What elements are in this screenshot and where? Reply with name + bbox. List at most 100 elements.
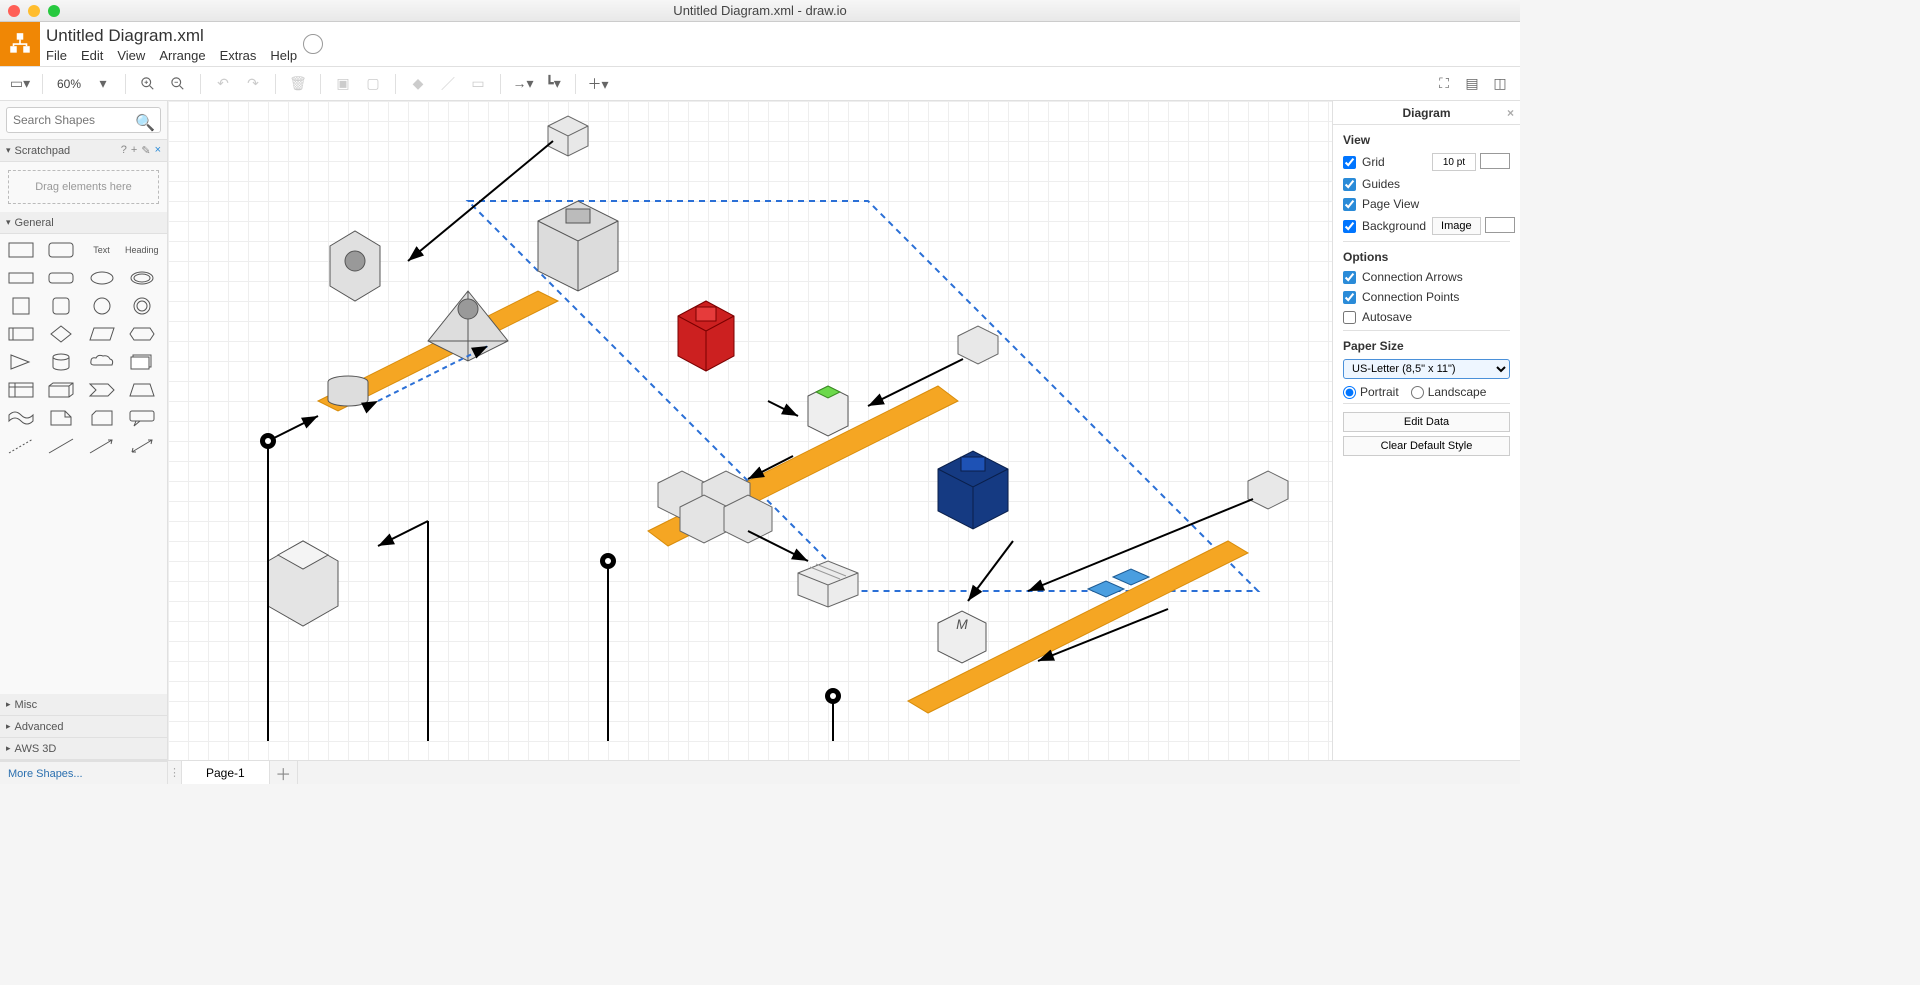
shape-note[interactable] bbox=[46, 408, 76, 428]
window-close-icon[interactable] bbox=[8, 5, 20, 17]
panel-close-icon[interactable]: × bbox=[1507, 106, 1514, 120]
menu-help[interactable]: Help bbox=[270, 48, 297, 63]
menu-view[interactable]: View bbox=[117, 48, 145, 63]
shape-ellipse2[interactable] bbox=[127, 268, 157, 288]
canvas[interactable]: M bbox=[168, 101, 1332, 760]
shape-document[interactable] bbox=[127, 352, 157, 372]
menu-arrange[interactable]: Arrange bbox=[159, 48, 205, 63]
shape-dashline[interactable] bbox=[6, 436, 36, 456]
shape-parallel[interactable] bbox=[87, 324, 117, 344]
connection-icon[interactable]: →▾ bbox=[511, 72, 535, 96]
scratchpad-header[interactable]: ▾Scratchpad ?+✎× bbox=[0, 140, 167, 162]
shape-diamond[interactable] bbox=[46, 324, 76, 344]
menu-file[interactable]: File bbox=[46, 48, 67, 63]
autosave-checkbox[interactable] bbox=[1343, 311, 1356, 324]
grid-color-swatch[interactable] bbox=[1480, 153, 1510, 169]
menu-edit[interactable]: Edit bbox=[81, 48, 103, 63]
shape-roundsquare[interactable] bbox=[46, 296, 76, 316]
paper-size-select[interactable]: US-Letter (8,5" x 11") bbox=[1343, 359, 1510, 379]
section-aws3d[interactable]: ▸AWS 3D bbox=[0, 738, 167, 760]
shape-step[interactable] bbox=[87, 380, 117, 400]
page-tab-1[interactable]: Page-1 bbox=[182, 761, 270, 784]
grid-checkbox[interactable] bbox=[1343, 156, 1356, 169]
edit-icon[interactable]: ✎ bbox=[141, 144, 150, 157]
bg-color-swatch[interactable] bbox=[1485, 217, 1515, 233]
close-icon[interactable]: × bbox=[155, 144, 161, 157]
portrait-radio[interactable] bbox=[1343, 386, 1356, 399]
doc-title[interactable]: Untitled Diagram.xml bbox=[46, 26, 297, 46]
tabs-handle-icon[interactable]: ⋮ bbox=[168, 761, 182, 784]
shape-arrow2[interactable] bbox=[127, 436, 157, 456]
shape-roundrect2[interactable] bbox=[46, 268, 76, 288]
shape-ellipse[interactable] bbox=[87, 268, 117, 288]
to-back-icon[interactable]: ▢ bbox=[361, 72, 385, 96]
shape-roundrect[interactable] bbox=[46, 240, 76, 260]
zoom-dropdown-icon[interactable]: ▾ bbox=[91, 72, 115, 96]
shape-ring[interactable] bbox=[127, 296, 157, 316]
format-panel: Diagram× View Grid Guides Page View Back… bbox=[1332, 101, 1520, 760]
insert-icon[interactable]: ＋▾ bbox=[586, 72, 610, 96]
shape-heading[interactable]: Heading bbox=[127, 240, 157, 260]
line-icon[interactable]: ／ bbox=[436, 72, 460, 96]
shape-tape[interactable] bbox=[6, 408, 36, 428]
shape-trapezoid[interactable] bbox=[127, 380, 157, 400]
help-icon[interactable]: ? bbox=[121, 144, 127, 157]
menubar: File Edit View Arrange Extras Help bbox=[46, 48, 297, 63]
outline-icon[interactable]: ◫ bbox=[1488, 72, 1512, 96]
format-panel-icon[interactable]: ▤ bbox=[1460, 72, 1484, 96]
shape-process[interactable] bbox=[6, 324, 36, 344]
shapes-sidebar: 🔍 ▾Scratchpad ?+✎× Drag elements here ▾G… bbox=[0, 101, 168, 760]
section-advanced[interactable]: ▸Advanced bbox=[0, 716, 167, 738]
search-icon[interactable]: 🔍 bbox=[135, 113, 155, 133]
zoom-in-icon[interactable] bbox=[136, 72, 160, 96]
shape-internal[interactable] bbox=[6, 380, 36, 400]
shape-line[interactable] bbox=[46, 436, 76, 456]
fill-icon[interactable]: ◆ bbox=[406, 72, 430, 96]
guides-checkbox[interactable] bbox=[1343, 178, 1356, 191]
window-title: Untitled Diagram.xml - draw.io bbox=[673, 3, 846, 18]
section-general[interactable]: ▾General bbox=[0, 212, 167, 234]
zoom-out-icon[interactable] bbox=[166, 72, 190, 96]
redo-icon[interactable]: ↷ bbox=[241, 72, 265, 96]
window-min-icon[interactable] bbox=[28, 5, 40, 17]
delete-icon[interactable]: 🗑 bbox=[286, 72, 310, 96]
shape-cloud[interactable] bbox=[87, 352, 117, 372]
clear-style-button[interactable]: Clear Default Style bbox=[1343, 436, 1510, 456]
background-checkbox[interactable] bbox=[1343, 220, 1356, 233]
more-shapes-link[interactable]: More Shapes... bbox=[0, 761, 167, 785]
section-misc[interactable]: ▸Misc bbox=[0, 694, 167, 716]
window-max-icon[interactable] bbox=[48, 5, 60, 17]
shape-callout[interactable] bbox=[127, 408, 157, 428]
shape-rect[interactable] bbox=[6, 240, 36, 260]
zoom-value[interactable]: 60% bbox=[53, 77, 85, 91]
add-icon[interactable]: + bbox=[131, 144, 137, 157]
shape-cylinder[interactable] bbox=[46, 352, 76, 372]
shape-arrow1[interactable] bbox=[87, 436, 117, 456]
shadow-icon[interactable]: ▭ bbox=[466, 72, 490, 96]
shape-hexagon[interactable] bbox=[127, 324, 157, 344]
shape-cube[interactable] bbox=[46, 380, 76, 400]
fullscreen-icon[interactable]: ⛶ bbox=[1432, 72, 1456, 96]
shape-circle[interactable] bbox=[87, 296, 117, 316]
add-page-button[interactable]: ＋ bbox=[270, 761, 298, 784]
shape-triangle[interactable] bbox=[6, 352, 36, 372]
app-logo[interactable] bbox=[0, 22, 40, 66]
shape-square[interactable] bbox=[6, 296, 36, 316]
to-front-icon[interactable]: ▣ bbox=[331, 72, 355, 96]
landscape-radio[interactable] bbox=[1411, 386, 1424, 399]
edit-data-button[interactable]: Edit Data bbox=[1343, 412, 1510, 432]
shape-text[interactable]: Text bbox=[87, 240, 117, 260]
grid-size-input[interactable] bbox=[1432, 153, 1476, 171]
scratchpad-dropzone[interactable]: Drag elements here bbox=[8, 170, 159, 204]
shape-card[interactable] bbox=[87, 408, 117, 428]
pageview-checkbox[interactable] bbox=[1343, 198, 1356, 211]
undo-icon[interactable]: ↶ bbox=[211, 72, 235, 96]
bg-image-button[interactable]: Image bbox=[1432, 217, 1481, 235]
waypoint-icon[interactable]: ┗▾ bbox=[541, 72, 565, 96]
conn-arrows-checkbox[interactable] bbox=[1343, 271, 1356, 284]
view-mode-button[interactable]: ▭▾ bbox=[8, 72, 32, 96]
conn-points-checkbox[interactable] bbox=[1343, 291, 1356, 304]
shape-rect2[interactable] bbox=[6, 268, 36, 288]
language-icon[interactable] bbox=[303, 34, 323, 54]
menu-extras[interactable]: Extras bbox=[220, 48, 257, 63]
